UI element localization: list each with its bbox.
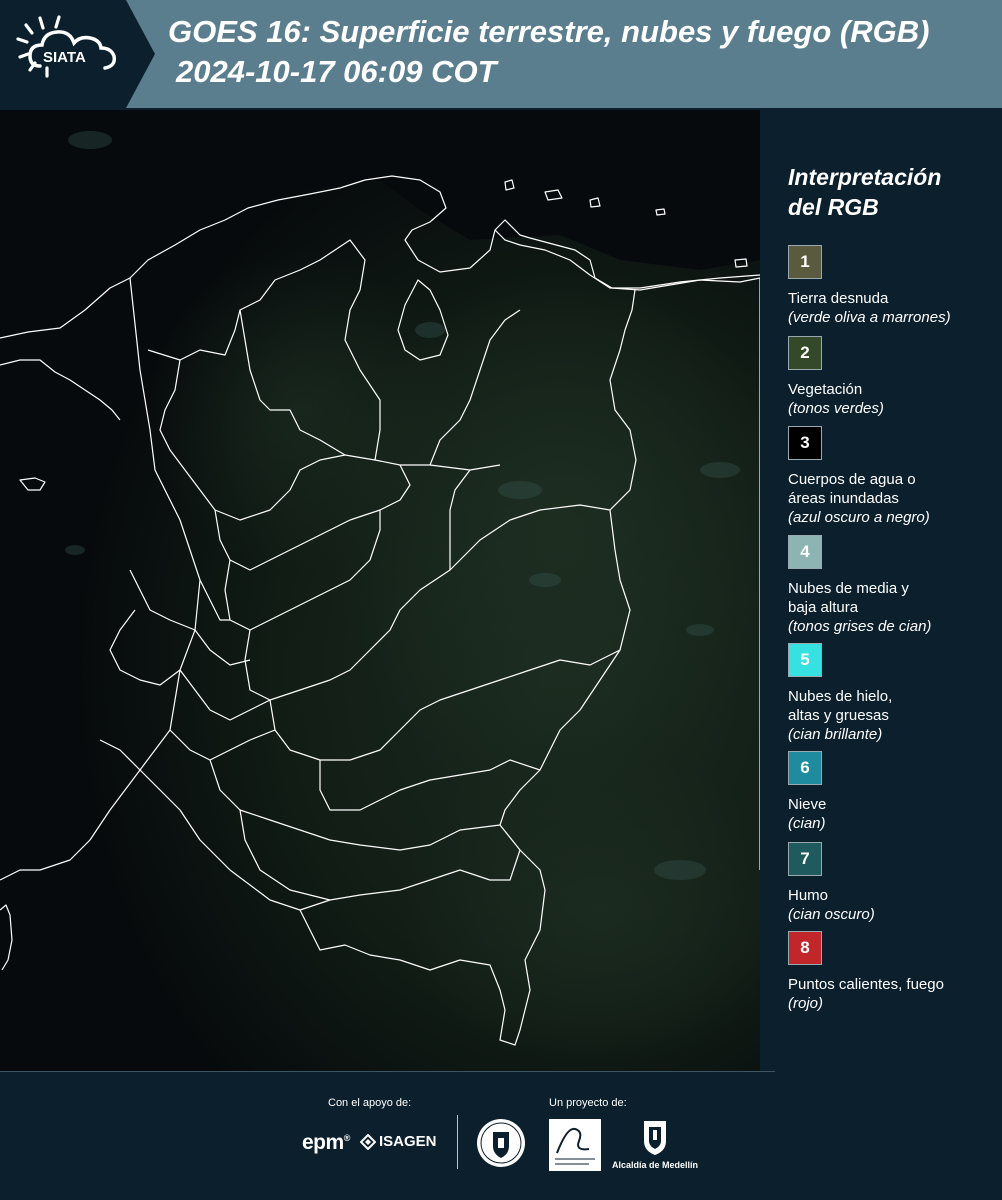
siata-logo-graphic: SIATA (0, 0, 155, 108)
legend-item-desc: (cian) (788, 815, 826, 832)
epm-logo-mark: ® (343, 1133, 351, 1143)
legend-item-bare-soil: 1 Tierra desnuda (verde oliva a marrones… (788, 245, 998, 327)
legend-item-desc: (azul oscuro a negro) (788, 509, 930, 526)
alcaldia-shield-icon (641, 1119, 669, 1162)
support-label: Con el apoyo de: (328, 1097, 412, 1109)
legend-swatch: 7 (788, 842, 822, 876)
area-metropolitana-icon (555, 1127, 595, 1165)
footer: Con el apoyo de: Un proyecto de: epm® IS… (0, 1071, 1002, 1200)
legend-item-water: 3 Cuerpos de agua o áreas inundadas (azu… (788, 426, 998, 527)
legend-item-desc: (tonos verdes) (788, 400, 884, 417)
legend-item-label: Vegetación (788, 381, 863, 398)
legend-item-desc: (cian oscuro) (788, 906, 875, 923)
project-label: Un proyecto de: (549, 1097, 627, 1109)
legend-item-desc: (cian brillante) (788, 726, 883, 743)
legend-item-vegetation: 2 Vegetación (tonos verdes) (788, 336, 998, 418)
siata-logo-text: SIATA (43, 49, 86, 66)
legend-swatch: 1 (788, 245, 822, 279)
legend-item-low-clouds: 4 Nubes de media y baja altura (tonos gr… (788, 535, 998, 636)
legend-item-label: Humo (788, 887, 829, 904)
legend-item-desc: (rojo) (788, 995, 824, 1012)
legend-title: Interpretación del RGB (788, 162, 988, 222)
legend-swatch: 2 (788, 336, 822, 370)
legend-item-desc: (verde oliva a marrones) (788, 309, 951, 326)
legend-swatch: 8 (788, 931, 822, 965)
legend-item-label: Nubes de hielo, altas y gruesas (788, 688, 893, 724)
epm-logo-text: epm (302, 1131, 344, 1154)
map-graphic (0, 110, 760, 1071)
legend-item-snow: 6 Nieve (cian) (788, 751, 998, 833)
rgb-legend: Interpretación del RGB 1 Tierra desnuda … (760, 110, 1002, 1071)
legend-item-label: Nieve (788, 796, 827, 813)
legend-title-text: Interpretación del RGB (788, 164, 942, 220)
header-bar: SIATA GOES 16: Superficie terrestre, nub… (0, 0, 1002, 108)
isagen-mark-icon (360, 1133, 376, 1150)
medellin-seal-logo (476, 1118, 526, 1173)
logo-divider (457, 1115, 458, 1169)
legend-item-label: Nubes de media y baja altura (788, 580, 909, 616)
area-metropolitana-logo (549, 1119, 601, 1171)
product-title: GOES 16: Superficie terrestre, nubes y f… (168, 14, 930, 49)
legend-item-label: Puntos calientes, fuego (788, 976, 944, 993)
legend-item-label: Tierra desnuda (788, 290, 889, 307)
legend-swatch: 4 (788, 535, 822, 569)
legend-item-ice-clouds: 5 Nubes de hielo, altas y gruesas (cian … (788, 643, 998, 744)
legend-item-desc: (tonos grises de cian) (788, 618, 932, 635)
legend-swatch: 3 (788, 426, 822, 460)
product-datetime: 2024-10-17 06:09 COT (176, 54, 497, 89)
legend-swatch: 6 (788, 751, 822, 785)
footer-separator (0, 1071, 775, 1072)
legend-item-fire: 8 Puntos calientes, fuego (rojo) (788, 931, 998, 1013)
legend-swatch: 5 (788, 643, 822, 677)
legend-item-label: Cuerpos de agua o áreas inundadas (788, 471, 916, 507)
legend-item-smoke: 7 Humo (cian oscuro) (788, 842, 998, 924)
siata-logo: SIATA (0, 0, 155, 108)
isagen-logo: ISAGEN (360, 1133, 437, 1150)
satellite-map (0, 110, 761, 1071)
epm-logo: epm® (302, 1131, 350, 1155)
alcaldia-label: Alcaldía de Medellín (612, 1160, 699, 1170)
isagen-logo-text: ISAGEN (379, 1133, 437, 1150)
seal-icon (477, 1119, 525, 1167)
